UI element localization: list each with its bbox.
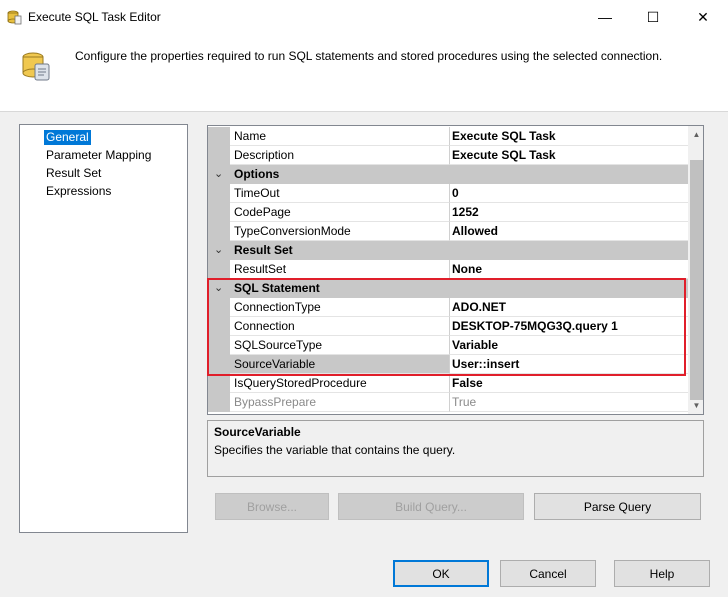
property-row[interactable]: SQLSourceType Variable — [208, 336, 688, 355]
vertical-scrollbar[interactable]: ▲ ▼ — [688, 126, 703, 414]
property-name: TypeConversionMode — [230, 222, 450, 241]
property-name: Connection — [230, 317, 450, 336]
property-name: Name — [230, 127, 450, 146]
row-gutter — [208, 374, 230, 393]
row-gutter — [208, 298, 230, 317]
property-row[interactable]: Name Execute SQL Task — [208, 127, 688, 146]
maximize-icon: ☐ — [646, 8, 660, 25]
property-value[interactable]: ADO.NET — [450, 298, 688, 317]
row-gutter — [208, 260, 230, 279]
ok-button[interactable]: OK — [393, 560, 489, 587]
property-value[interactable]: False — [450, 374, 688, 393]
property-value[interactable]: Allowed — [450, 222, 688, 241]
row-gutter — [208, 127, 230, 146]
row-gutter — [208, 393, 230, 412]
page-navigation: General Parameter Mapping Result Set Exp… — [19, 124, 188, 533]
help-button[interactable]: Help — [614, 560, 710, 587]
property-value[interactable]: 1252 — [450, 203, 688, 222]
category-label: SQL Statement — [234, 281, 320, 295]
property-row[interactable]: TimeOut 0 — [208, 184, 688, 203]
property-row[interactable]: TypeConversionMode Allowed — [208, 222, 688, 241]
title-bar: Execute SQL Task Editor — ☐ ✕ — [0, 0, 728, 34]
description-title: SourceVariable — [214, 425, 301, 439]
header-panel: Configure the properties required to run… — [0, 34, 728, 112]
property-row[interactable]: Description Execute SQL Task — [208, 146, 688, 165]
property-value[interactable]: 0 — [450, 184, 688, 203]
property-grid[interactable]: Name Execute SQL Task Description Execut… — [207, 125, 704, 415]
chevron-down-icon[interactable]: ⌄ — [214, 243, 226, 257]
property-row-selected[interactable]: SourceVariable User::insert — [208, 355, 688, 374]
property-row[interactable]: ConnectionType ADO.NET — [208, 298, 688, 317]
property-value[interactable]: None — [450, 260, 688, 279]
property-name: SourceVariable — [230, 355, 450, 374]
row-gutter — [208, 203, 230, 222]
property-name: BypassPrepare — [230, 393, 450, 412]
category-options[interactable]: ⌄ Options — [208, 165, 688, 184]
cancel-button[interactable]: Cancel — [500, 560, 596, 587]
property-row[interactable]: CodePage 1252 — [208, 203, 688, 222]
property-name: ResultSet — [230, 260, 450, 279]
sql-task-icon — [7, 10, 22, 25]
property-row[interactable]: ResultSet None — [208, 260, 688, 279]
header-description: Configure the properties required to run… — [75, 49, 663, 63]
nav-item-result-set[interactable]: Result Set — [44, 166, 103, 181]
property-row-disabled[interactable]: BypassPrepare True — [208, 393, 688, 412]
nav-item-parameter-mapping[interactable]: Parameter Mapping — [44, 148, 153, 163]
minimize-button[interactable]: — — [582, 0, 628, 34]
property-name: Description — [230, 146, 450, 165]
row-gutter — [208, 184, 230, 203]
parse-query-button[interactable]: Parse Query — [534, 493, 701, 520]
category-sql-statement[interactable]: ⌄ SQL Statement — [208, 279, 688, 298]
minimize-icon: — — [598, 9, 612, 25]
property-value[interactable]: User::insert — [450, 355, 688, 374]
property-value[interactable]: Variable — [450, 336, 688, 355]
category-label: Result Set — [234, 243, 293, 257]
category-result-set[interactable]: ⌄ Result Set — [208, 241, 688, 260]
property-name: ConnectionType — [230, 298, 450, 317]
property-value[interactable]: DESKTOP-75MQG3Q.query 1 — [450, 317, 688, 336]
browse-button[interactable]: Browse... — [215, 493, 329, 520]
chevron-down-icon[interactable]: ⌄ — [214, 281, 226, 295]
property-description-panel: SourceVariable Specifies the variable th… — [207, 420, 704, 477]
property-name: TimeOut — [230, 184, 450, 203]
row-gutter — [208, 336, 230, 355]
property-value[interactable]: Execute SQL Task — [450, 146, 688, 165]
build-query-button[interactable]: Build Query... — [338, 493, 524, 520]
property-name: CodePage — [230, 203, 450, 222]
property-value[interactable]: True — [450, 393, 688, 412]
database-scroll-icon — [22, 52, 50, 81]
close-button[interactable]: ✕ — [680, 0, 726, 34]
property-row[interactable]: IsQueryStoredProcedure False — [208, 374, 688, 393]
nav-item-general[interactable]: General — [44, 130, 91, 145]
window-title: Execute SQL Task Editor — [28, 10, 161, 24]
chevron-down-icon[interactable]: ⌄ — [214, 167, 226, 181]
row-gutter — [208, 355, 230, 374]
row-gutter — [208, 317, 230, 336]
scrollbar-thumb[interactable] — [690, 160, 703, 400]
description-text: Specifies the variable that contains the… — [214, 443, 456, 457]
close-icon: ✕ — [697, 8, 709, 25]
property-row[interactable]: Connection DESKTOP-75MQG3Q.query 1 — [208, 317, 688, 336]
scroll-down-arrow-icon[interactable]: ▼ — [688, 397, 703, 414]
row-gutter — [208, 222, 230, 241]
nav-item-expressions[interactable]: Expressions — [44, 184, 113, 199]
property-name: IsQueryStoredProcedure — [230, 374, 450, 393]
property-name: SQLSourceType — [230, 336, 450, 355]
row-gutter — [208, 146, 230, 165]
scroll-up-arrow-icon[interactable]: ▲ — [688, 126, 703, 143]
category-label: Options — [234, 167, 280, 181]
property-value[interactable]: Execute SQL Task — [450, 127, 688, 146]
maximize-button[interactable]: ☐ — [630, 0, 676, 34]
